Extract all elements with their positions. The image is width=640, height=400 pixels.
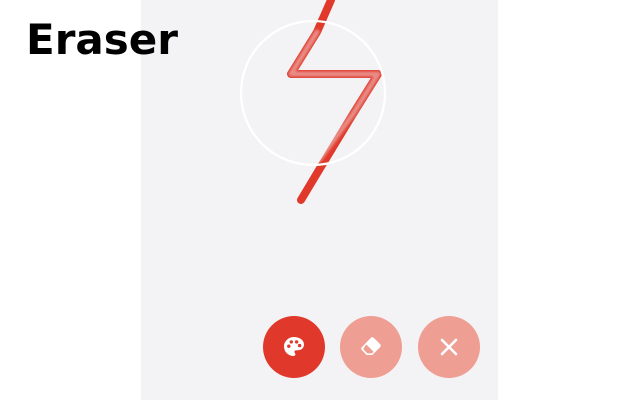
red-stroke (287, 0, 382, 204)
close-button[interactable] (418, 316, 480, 378)
page-title: Eraser (26, 15, 178, 64)
eraser-icon (361, 337, 381, 356)
erased-stroke-area (288, 29, 381, 163)
palette-button[interactable] (263, 316, 325, 378)
palette-icon (284, 337, 304, 356)
eraser-button[interactable] (340, 316, 402, 378)
close-icon (440, 338, 458, 356)
toolbar (263, 316, 481, 380)
